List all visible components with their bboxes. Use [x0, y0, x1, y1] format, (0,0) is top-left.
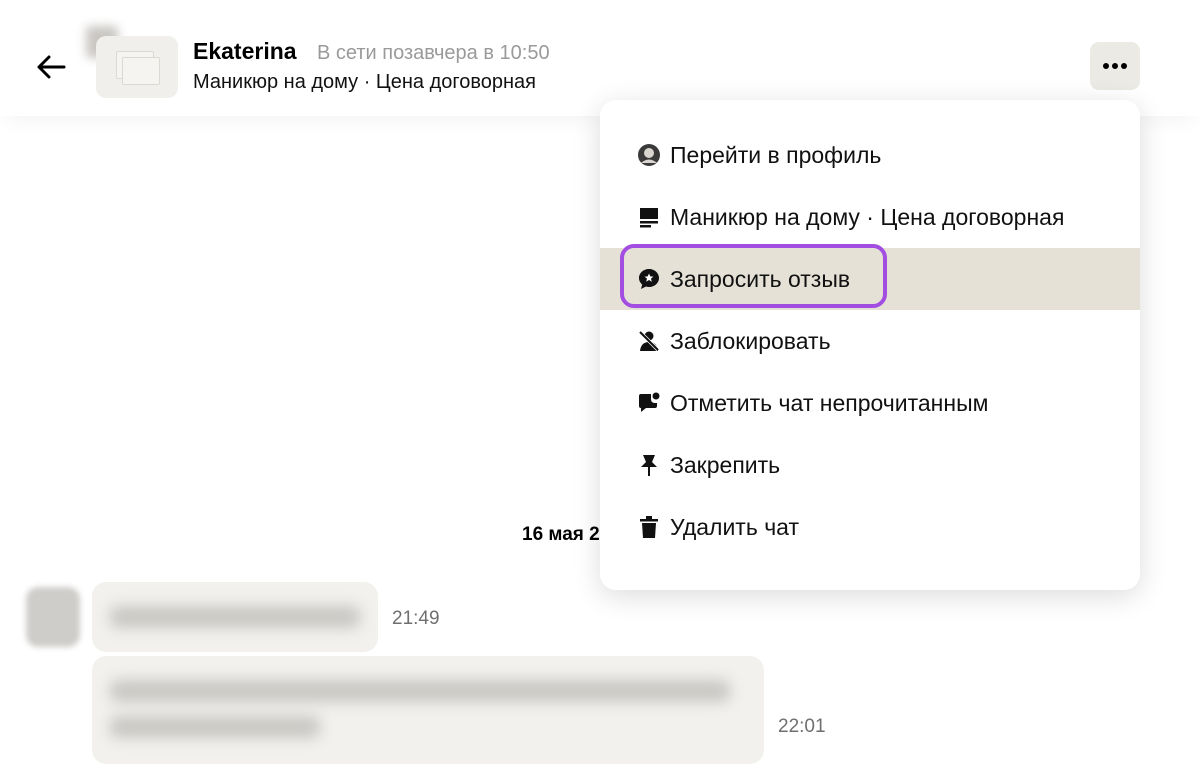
sender-avatar[interactable] [26, 587, 80, 647]
date-divider: 16 мая 2 [522, 524, 600, 545]
chat-options-menu: Перейти в профиль Маникюр на дому · Цена… [600, 100, 1140, 590]
menu-item-request-review[interactable]: Запросить отзыв [600, 248, 1140, 310]
profile-avatar-icon [637, 143, 661, 167]
image-placeholder-icon [122, 57, 160, 85]
menu-item-go-to-profile[interactable]: Перейти в профиль [600, 124, 1140, 186]
unread-chat-icon [637, 391, 661, 415]
chat-header: Ekaterina В сети позавчера в 10:50 Маник… [0, 0, 1200, 116]
back-button[interactable] [30, 46, 72, 88]
listing-title[interactable]: Маникюр на дому · Цена договорная [193, 71, 536, 94]
review-star-bubble-icon [637, 267, 661, 291]
block-user-icon [637, 329, 661, 353]
online-status: В сети позавчера в 10:50 [317, 42, 550, 64]
menu-item-label: Маникюр на дому · Цена договорная [670, 203, 1065, 230]
menu-item-label: Удалить чат [670, 513, 800, 540]
message-time: 21:49 [392, 608, 440, 629]
arrow-left-icon [37, 55, 66, 79]
message-bubble[interactable] [92, 582, 378, 652]
listing-icon [637, 205, 661, 229]
menu-item-delete-chat[interactable]: Удалить чат [600, 496, 1140, 558]
trash-icon [637, 515, 661, 539]
message-bubble[interactable] [92, 656, 764, 764]
menu-item-label: Перейти в профиль [670, 141, 882, 168]
menu-item-pin[interactable]: Закрепить [600, 434, 1140, 496]
contact-name[interactable]: Ekaterina [193, 38, 297, 65]
more-options-button[interactable] [1090, 42, 1140, 90]
listing-image[interactable] [96, 36, 178, 98]
pin-icon [637, 453, 661, 477]
menu-item-label: Закрепить [670, 451, 781, 478]
menu-item-mark-unread[interactable]: Отметить чат непрочитанным [600, 372, 1140, 434]
menu-item-label: Заблокировать [670, 327, 831, 354]
menu-item-label: Запросить отзыв [670, 265, 851, 292]
menu-item-label: Отметить чат непрочитанным [670, 389, 989, 416]
message-time: 22:01 [778, 716, 826, 737]
menu-item-block[interactable]: Заблокировать [600, 310, 1140, 372]
more-dots-icon [1103, 63, 1127, 69]
menu-item-listing[interactable]: Маникюр на дому · Цена договорная [600, 186, 1140, 248]
